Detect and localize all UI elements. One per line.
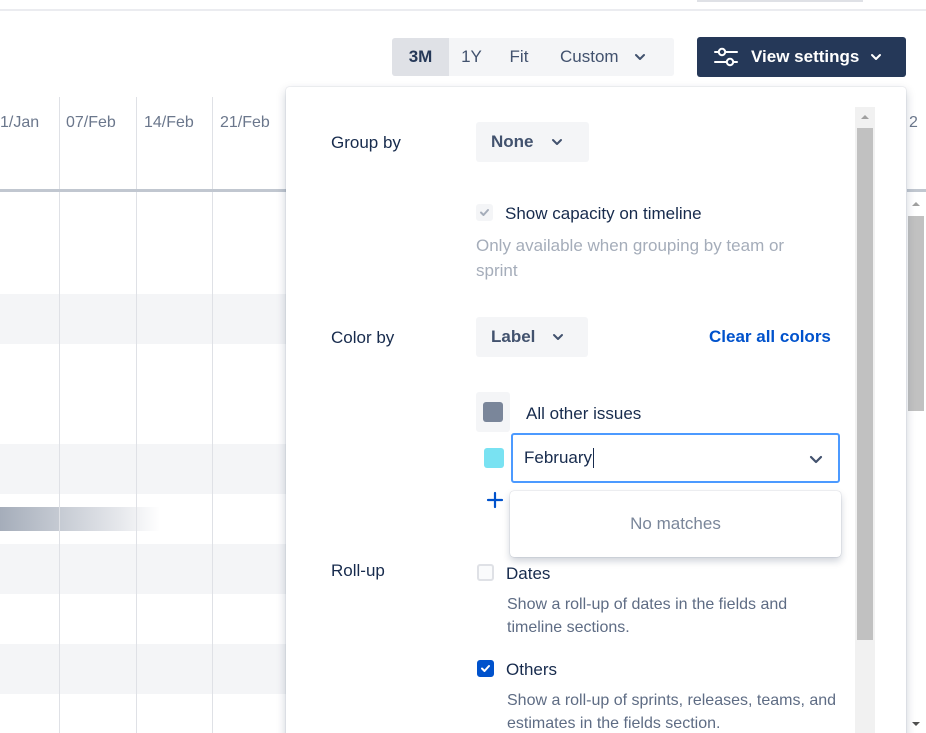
- timeline-row-band: [0, 294, 286, 344]
- timeline-gridline: [136, 97, 137, 733]
- view-settings-label: View settings: [751, 47, 859, 67]
- color-swatch-button[interactable]: [476, 392, 510, 432]
- rollup-dates-help: Show a roll-up of dates in the fields an…: [507, 593, 827, 639]
- all-other-issues-label: All other issues: [526, 404, 641, 424]
- color-by-dropdown[interactable]: Label: [476, 317, 588, 357]
- chevron-down-icon: [633, 50, 647, 64]
- top-divider: [0, 9, 926, 11]
- timeline-row-band: [0, 644, 286, 694]
- view-settings-panel: Group by None Show capacity on timeline …: [286, 87, 906, 733]
- color-swatch-teal[interactable]: [484, 448, 504, 468]
- color-by-label: Color by: [331, 328, 394, 348]
- panel-scrollbar[interactable]: [855, 107, 875, 733]
- timeline-row-band: [0, 544, 286, 594]
- chevron-down-icon[interactable]: [808, 451, 824, 467]
- timeline-date-header: 2: [909, 114, 918, 132]
- timeline-range-group: 3M 1Y Fit Custom: [392, 38, 674, 76]
- group-by-label: Group by: [331, 133, 401, 153]
- label-select-menu: No matches: [510, 491, 841, 557]
- show-capacity-help: Only available when grouping by team or …: [476, 233, 816, 283]
- chevron-down-icon: [550, 135, 564, 149]
- group-by-value: None: [491, 132, 534, 152]
- timeline-scrollbar-thumb[interactable]: [908, 216, 924, 411]
- timeline-date-header: 14/Feb: [144, 114, 194, 132]
- timeline-scrollbar[interactable]: [906, 196, 926, 733]
- show-capacity-label: Show capacity on timeline: [505, 204, 702, 224]
- sliders-icon: [714, 47, 738, 67]
- rollup-others-checkbox[interactable]: [477, 660, 494, 677]
- group-by-dropdown[interactable]: None: [476, 122, 589, 162]
- text-cursor: [593, 448, 594, 468]
- scroll-up-arrow-icon[interactable]: [859, 111, 871, 123]
- panel-scrollbar-thumb[interactable]: [857, 128, 873, 640]
- timeline-header-divider: [0, 189, 286, 192]
- timeline-date-header: 07/Feb: [66, 114, 116, 132]
- timeline-date-header: 1/Jan: [0, 114, 39, 132]
- rollup-others-help: Show a roll-up of sprints, releases, tea…: [507, 689, 847, 733]
- chevron-down-icon: [869, 50, 883, 64]
- range-custom-button[interactable]: Custom: [544, 38, 674, 76]
- range-custom-label: Custom: [560, 47, 619, 67]
- timeline-gridline: [59, 97, 60, 733]
- range-3m-button[interactable]: 3M: [392, 38, 449, 76]
- rollup-dates-label: Dates: [506, 564, 550, 584]
- rollup-dates-checkbox[interactable]: [477, 564, 494, 581]
- range-fit-button[interactable]: Fit: [494, 38, 544, 76]
- view-settings-button[interactable]: View settings: [697, 37, 906, 77]
- label-select-value: February: [524, 448, 592, 468]
- top-divider-accent: [697, 0, 863, 2]
- color-swatch-gray: [483, 402, 503, 422]
- timeline-header-divider: [907, 189, 926, 192]
- roll-up-label: Roll-up: [331, 561, 385, 581]
- timeline-gridline: [212, 97, 213, 733]
- no-matches-text: No matches: [630, 514, 721, 534]
- rollup-others-label: Others: [506, 660, 557, 680]
- label-select-input[interactable]: February: [511, 433, 840, 483]
- checkmark-icon: [480, 663, 491, 674]
- scroll-up-arrow-icon[interactable]: [910, 198, 922, 210]
- timeline-date-header: 21/Feb: [220, 114, 270, 132]
- range-1y-button[interactable]: 1Y: [449, 38, 494, 76]
- clear-all-colors-link[interactable]: Clear all colors: [709, 327, 831, 347]
- scroll-down-arrow-icon[interactable]: [910, 718, 922, 730]
- timeline-row-band: [0, 444, 286, 494]
- show-capacity-checkbox[interactable]: [476, 204, 493, 221]
- add-color-plus-icon[interactable]: [486, 491, 504, 509]
- color-by-value: Label: [491, 327, 535, 347]
- checkmark-icon: [479, 207, 490, 218]
- chevron-down-icon: [551, 330, 565, 344]
